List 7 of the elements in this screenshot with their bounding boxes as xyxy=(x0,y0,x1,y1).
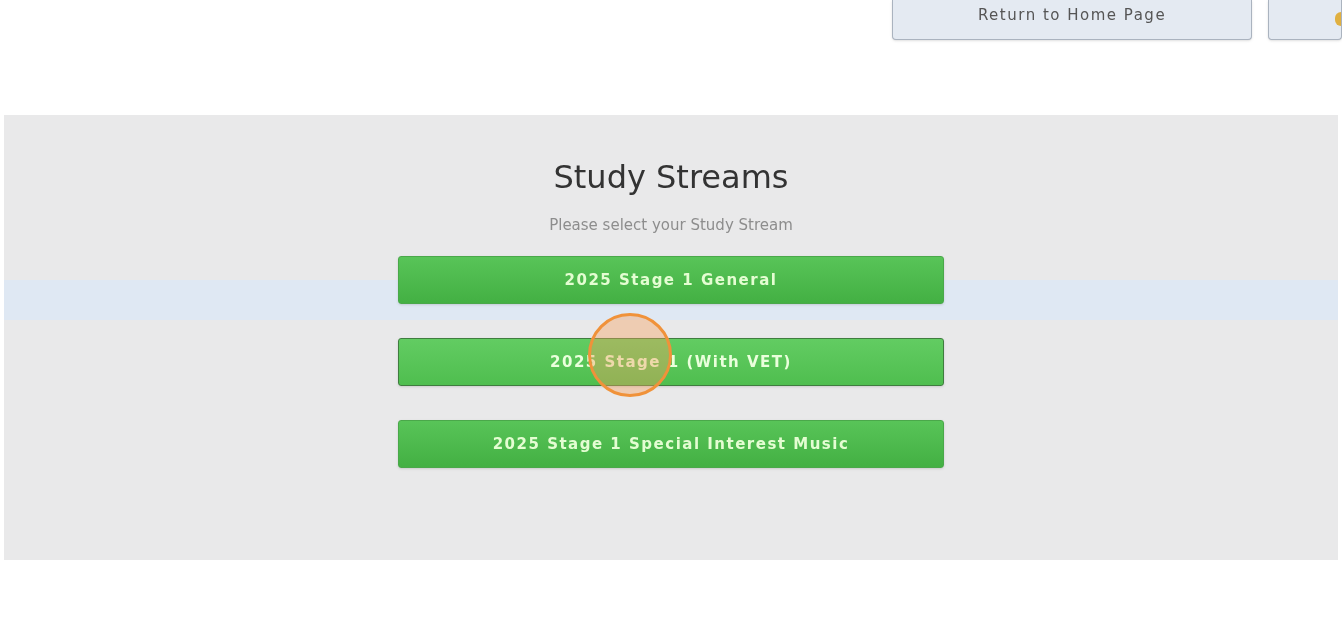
page-subtitle: Please select your Study Stream xyxy=(549,215,793,235)
stream-button[interactable]: 2025 Stage 1 Special Interest Music xyxy=(398,420,944,468)
return-home-button[interactable]: Return to Home Page xyxy=(892,0,1252,40)
stream-button[interactable]: 2025 Stage 1 General xyxy=(398,256,944,304)
page-title: Study Streams xyxy=(553,157,789,197)
partial-icon xyxy=(1335,12,1341,26)
partial-button[interactable] xyxy=(1268,0,1342,40)
